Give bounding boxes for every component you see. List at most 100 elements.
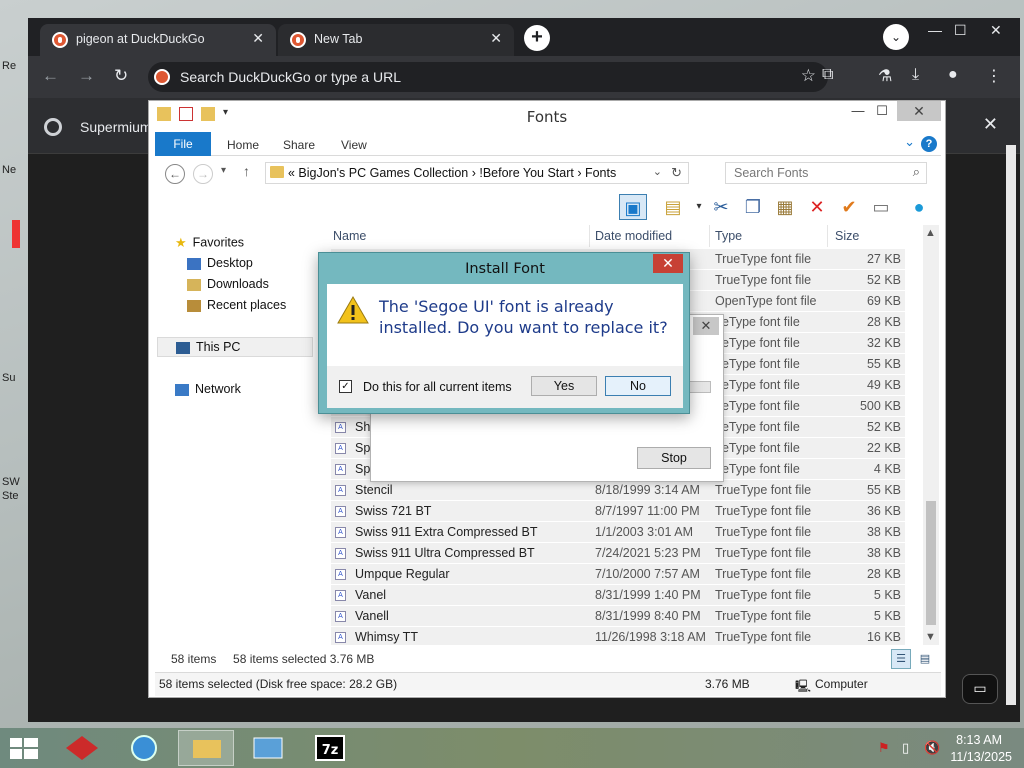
scroll-down-icon[interactable]: ▼	[925, 631, 936, 643]
taskbar-app-game-icon[interactable]	[54, 730, 110, 766]
reload-icon[interactable]: ↻	[114, 66, 128, 86]
details-view-icon[interactable]: ☰	[891, 649, 911, 669]
column-size[interactable]: Size	[835, 229, 859, 243]
action-center-flag-icon[interactable]: ⚑	[878, 740, 890, 756]
taskbar-app-7zip-icon[interactable]: 7z	[302, 730, 358, 766]
network-icon[interactable]: ▯	[902, 740, 909, 756]
recent-locations-icon[interactable]: ▾	[221, 165, 226, 176]
table-row[interactable]: A Swiss 721 BT 8/7/1997 11:00 PM TrueType f…	[331, 501, 905, 522]
table-row[interactable]: A Whimsy TT 11/26/1998 3:18 AM TrueType fon…	[331, 627, 905, 645]
rename-icon[interactable]: ▭	[867, 194, 895, 220]
nav-downloads[interactable]: Downloads	[187, 277, 269, 291]
minimize-icon[interactable]: —	[928, 22, 942, 38]
check-icon[interactable]: ✔	[835, 194, 863, 220]
tab-search-button[interactable]: ⌄	[883, 24, 909, 50]
new-tab-button[interactable]: +	[524, 25, 550, 51]
minimize-icon[interactable]: —	[845, 103, 871, 121]
stop-button[interactable]: Stop	[637, 447, 711, 469]
large-icons-view-icon[interactable]: ▤	[915, 649, 935, 669]
apply-to-all-checkbox[interactable]: ✓	[339, 380, 352, 393]
taskbar-app-explorer-icon[interactable]	[178, 730, 234, 766]
table-row[interactable]: A Vanel 8/31/1999 1:40 PM TrueType font fil…	[331, 585, 905, 606]
address-bar[interactable]: « BigJon's PC Games Collection › !Before…	[265, 162, 689, 184]
tab-home[interactable]: Home	[227, 138, 259, 152]
scroll-up-icon[interactable]: ▲	[925, 227, 936, 239]
nav-desktop[interactable]: Desktop	[187, 256, 253, 270]
nav-favorites[interactable]: ★ Favorites	[175, 235, 244, 251]
table-row[interactable]: A Stencil 8/18/1999 3:14 AM TrueType font f…	[331, 480, 905, 501]
nav-recent-places[interactable]: Recent places	[187, 298, 286, 312]
tab-file[interactable]: File	[155, 132, 211, 156]
close-icon[interactable]: ✕	[653, 254, 683, 273]
tab-view[interactable]: View	[341, 138, 367, 152]
tab-duckduckgo[interactable]: pigeon at DuckDuckGo ✕	[40, 24, 276, 56]
back-icon[interactable]: ←	[42, 66, 59, 86]
column-divider[interactable]	[709, 225, 710, 247]
column-name[interactable]: Name	[333, 229, 366, 243]
no-button[interactable]: No	[605, 376, 671, 396]
close-icon[interactable]: ✕	[693, 317, 719, 335]
volume-muted-icon[interactable]: 🔇	[924, 740, 940, 756]
clock-date[interactable]: 11/13/2025	[950, 750, 1012, 764]
browser-scrollbar[interactable]	[1006, 145, 1016, 705]
file-type: TrueType font file	[715, 273, 812, 287]
close-info-bar-icon[interactable]: ✕	[983, 114, 998, 135]
file-size: 52 KB	[866, 273, 901, 287]
search-input[interactable]: Search Fonts ⌕	[725, 162, 927, 184]
clock-time[interactable]: 8:13 AM	[956, 733, 1002, 747]
file-size: 27 KB	[866, 252, 901, 266]
tab-share[interactable]: Share	[283, 138, 315, 152]
close-icon[interactable]: ✕	[897, 101, 941, 121]
paste-icon[interactable]: ▦	[771, 194, 799, 220]
chevron-down-icon[interactable]: ⌄	[904, 134, 915, 150]
table-row[interactable]: A Umpque Regular 7/10/2000 7:57 AM TrueType…	[331, 564, 905, 585]
column-type[interactable]: Type	[715, 229, 742, 243]
table-row[interactable]: A Swiss 911 Extra Compressed BT 1/1/2003 3…	[331, 522, 905, 543]
chat-icon[interactable]: ▭	[962, 674, 998, 704]
nav-this-pc[interactable]: This PC	[157, 337, 313, 357]
forward-icon[interactable]: →	[78, 66, 95, 86]
font-file-icon: A	[335, 485, 346, 496]
yes-button[interactable]: Yes	[531, 376, 597, 396]
column-date-modified[interactable]: Date modified	[595, 229, 672, 243]
column-divider[interactable]	[827, 225, 828, 247]
vertical-scrollbar[interactable]: ▲ ▼	[923, 225, 939, 645]
download-icon[interactable]: ⤓	[912, 66, 919, 84]
close-tab-icon[interactable]: ✕	[490, 30, 502, 47]
taskbar-app-browser-icon[interactable]	[116, 730, 172, 766]
select-icon[interactable]: ▤	[659, 194, 687, 220]
nav-network[interactable]: Network	[175, 382, 241, 396]
font-file-icon: A	[335, 422, 346, 433]
desktop-icon[interactable]	[12, 220, 20, 248]
scrollbar-thumb[interactable]	[926, 501, 936, 625]
windows-start-icon[interactable]	[10, 738, 38, 760]
maximize-icon[interactable]: ☐	[869, 103, 895, 121]
extensions-icon[interactable]: ⧉	[822, 66, 833, 84]
maximize-icon[interactable]: ☐	[954, 22, 967, 39]
up-arrow-icon[interactable]: ↑	[243, 163, 250, 179]
profile-icon[interactable]: ●	[948, 66, 958, 84]
search-icon[interactable]: ⌕	[913, 164, 920, 180]
taskbar-app-control-panel-icon[interactable]	[240, 730, 296, 766]
globe-icon[interactable]: ●	[905, 194, 933, 220]
omnibox[interactable]: Search DuckDuckGo or type a URL ☆	[148, 62, 828, 92]
table-row[interactable]: A Swiss 911 Ultra Compressed BT 7/24/2021 …	[331, 543, 905, 564]
copy-icon[interactable]: ❐	[739, 194, 767, 220]
refresh-icon[interactable]: ↻	[671, 165, 682, 181]
tab-new-tab[interactable]: New Tab ✕	[278, 24, 514, 56]
close-tab-icon[interactable]: ✕	[252, 30, 264, 47]
cut-icon[interactable]: ✂	[707, 194, 735, 220]
forward-icon[interactable]: →	[193, 164, 213, 184]
preview-pane-icon[interactable]: ▣	[619, 194, 647, 220]
bookmark-star-icon[interactable]: ☆	[801, 66, 816, 86]
help-icon[interactable]: ?	[921, 136, 937, 152]
close-window-icon[interactable]: ✕	[990, 22, 1002, 39]
menu-icon[interactable]: ⋮	[986, 66, 1002, 86]
column-divider[interactable]	[589, 225, 590, 247]
delete-icon[interactable]: ✕	[803, 194, 831, 220]
breadcrumb[interactable]: « BigJon's PC Games Collection › !Before…	[288, 166, 616, 180]
chevron-down-icon[interactable]: ⌄	[653, 165, 662, 178]
table-row[interactable]: A Vanell 8/31/1999 8:40 PM TrueType font fi…	[331, 606, 905, 627]
back-icon[interactable]: ←	[165, 164, 185, 184]
labs-flask-icon[interactable]: ⚗	[878, 66, 892, 86]
